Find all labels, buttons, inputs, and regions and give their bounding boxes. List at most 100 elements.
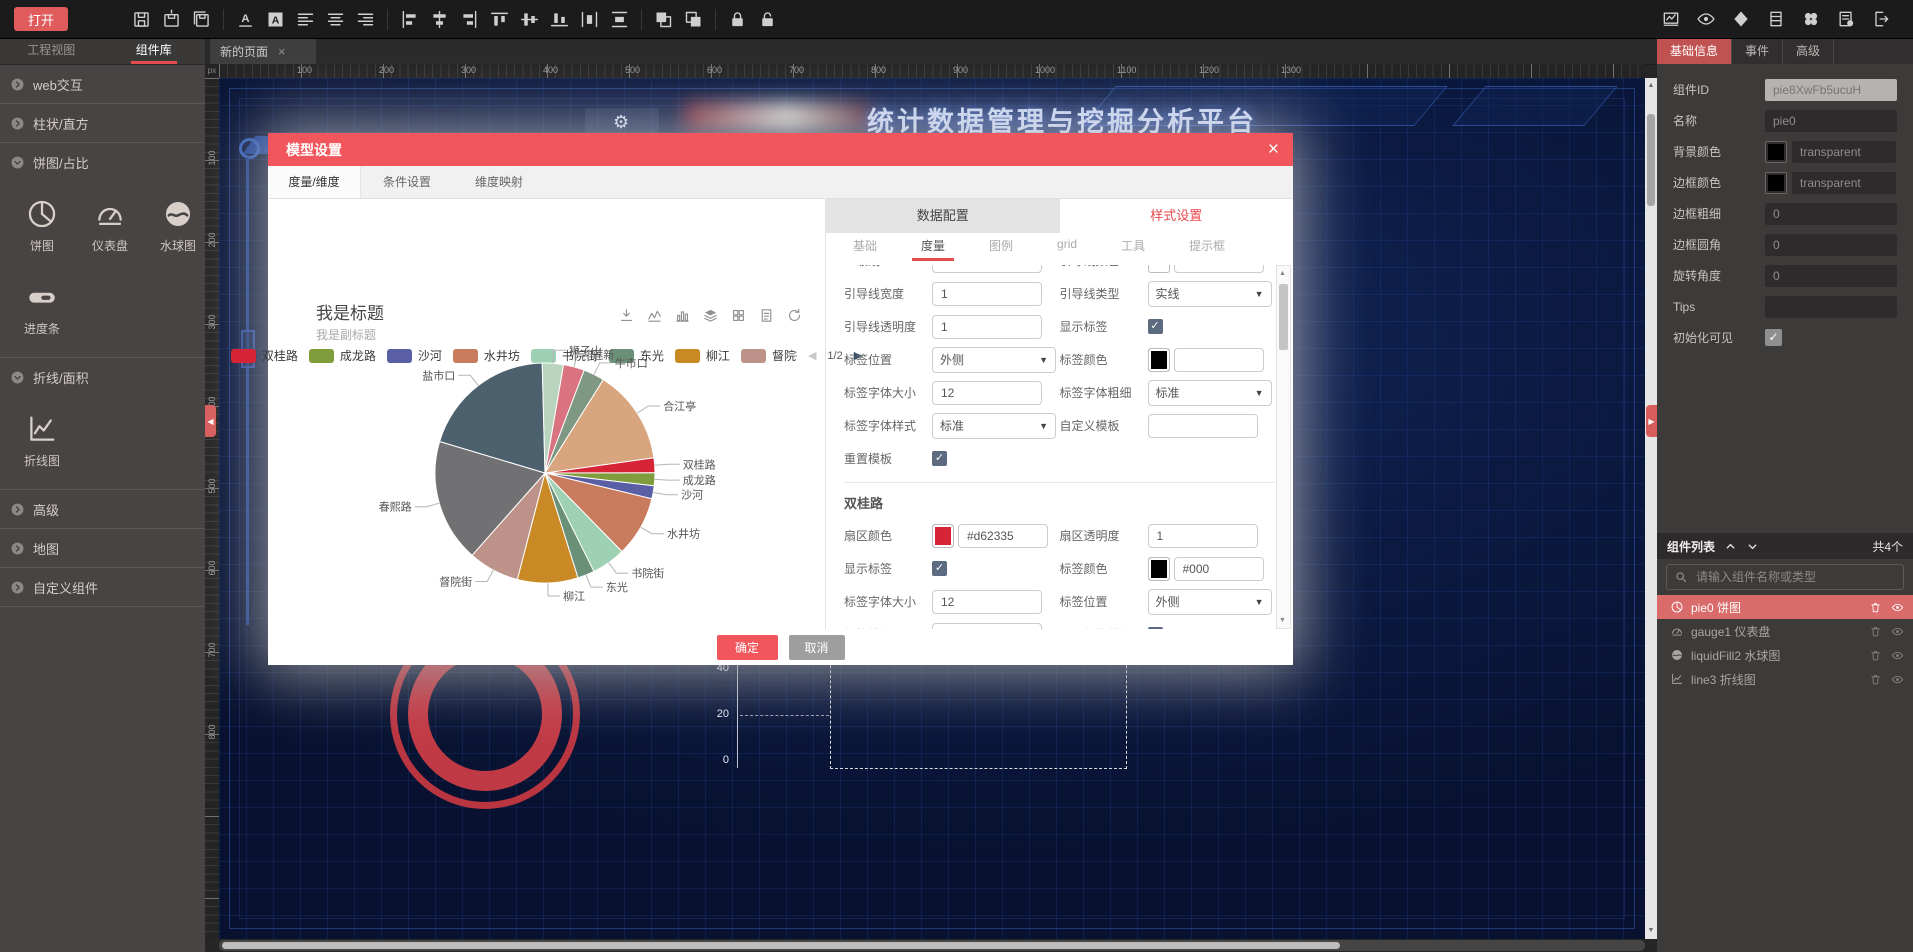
field-checkbox-重置模板[interactable]: ✓ (932, 451, 947, 466)
field-input-背景颜色[interactable] (1792, 141, 1896, 163)
save-button[interactable] (131, 9, 152, 30)
distribute-v-button[interactable] (609, 9, 630, 30)
color-swatch[interactable] (1765, 141, 1787, 163)
open-button[interactable]: 打开 (14, 7, 68, 31)
export-data-button[interactable] (1836, 9, 1856, 29)
field-checkbox-初始化可见[interactable]: ✓ (1765, 329, 1782, 346)
field-input-二级线[interactable] (932, 265, 1042, 273)
color-swatch[interactable] (1148, 557, 1170, 581)
field-input-组件ID[interactable] (1765, 79, 1897, 101)
data-list-button[interactable] (1766, 9, 1786, 29)
theme-button[interactable] (1731, 9, 1751, 29)
page-tab[interactable]: 新的页面 × (210, 38, 316, 64)
tab-project-view[interactable]: 工程视图 (0, 38, 103, 64)
sidebar-section-2[interactable]: 饼图/占比 (0, 143, 205, 181)
field-input-自定义模板[interactable] (1148, 414, 1258, 438)
canvas-horizontal-scrollbar[interactable] (219, 940, 1645, 951)
field-input-引导线透明度[interactable] (932, 315, 1042, 339)
tab-condition-settings[interactable]: 条件设置 (361, 166, 453, 198)
tab-basic-info[interactable]: 基础信息 (1657, 38, 1732, 64)
component-list-item[interactable]: pie0 饼图 (1657, 595, 1913, 619)
align-right-button[interactable] (459, 9, 480, 30)
toggle-visibility-icon[interactable] (1891, 673, 1904, 686)
component-list-item[interactable]: liquidFill2 水球图 (1657, 643, 1913, 667)
delete-component-icon[interactable] (1869, 625, 1882, 638)
align-top-button[interactable] (489, 9, 510, 30)
sidebar-section-5[interactable]: 地图 (0, 529, 205, 567)
component-list-item[interactable]: gauge1 仪表盘 (1657, 619, 1913, 643)
library-item-progress[interactable]: 进度条 (14, 280, 70, 337)
tab-events[interactable]: 事件 (1732, 38, 1783, 64)
field-input-旋转角度[interactable] (1765, 265, 1897, 287)
sidebar-section-6[interactable]: 自定义组件 (0, 568, 205, 606)
tab-component-library[interactable]: 组件库 (103, 38, 206, 64)
delete-component-icon[interactable] (1869, 601, 1882, 614)
field-checkbox-重置标签模板[interactable]: ✓ (1148, 627, 1163, 629)
field-input-引导线颜色[interactable] (1174, 265, 1264, 273)
canvas-vertical-scrollbar[interactable]: ▲ ▼ (1645, 78, 1657, 939)
align-bottom-button[interactable] (549, 9, 570, 30)
text-align-center-button[interactable] (325, 9, 346, 30)
preview-chart-button[interactable] (1661, 9, 1681, 29)
close-dialog-icon[interactable]: × (1268, 140, 1279, 159)
field-input-扇区颜色[interactable] (958, 524, 1048, 548)
tab-advanced[interactable]: 高级 (1783, 38, 1834, 64)
collapse-right-panel-handle[interactable]: ▶ (1646, 405, 1657, 437)
text-align-left-button[interactable] (295, 9, 316, 30)
move-down-icon[interactable] (1746, 540, 1759, 553)
unlock-button[interactable] (757, 9, 778, 30)
color-swatch[interactable] (1765, 172, 1787, 194)
dialog-header[interactable]: 模型设置 × (268, 133, 1293, 166)
sub-tab-grid[interactable]: grid (1048, 233, 1086, 258)
sub-tab-图例[interactable]: 图例 (980, 233, 1022, 261)
tab-measure-dimension[interactable]: 度量/维度 (268, 166, 361, 198)
field-select-标签字体粗细[interactable]: 标准▼ (1148, 380, 1272, 406)
field-select-标签位置[interactable]: 外侧▼ (1148, 589, 1272, 615)
scroll-down-icon[interactable]: ▼ (1645, 925, 1657, 937)
align-middle-button[interactable] (519, 9, 540, 30)
library-item-line[interactable]: 折线图 (14, 412, 70, 469)
field-input-边框颜色[interactable] (1792, 172, 1896, 194)
bring-front-button[interactable] (653, 9, 674, 30)
sub-tab-度量[interactable]: 度量 (912, 233, 954, 261)
move-up-icon[interactable] (1724, 540, 1737, 553)
field-input-标签字体大小[interactable] (932, 590, 1042, 614)
delete-component-icon[interactable] (1869, 649, 1882, 662)
delete-component-icon[interactable] (1869, 673, 1882, 686)
field-select-标签字体样式[interactable]: 标准▼ (932, 413, 1056, 439)
library-item-liquid[interactable]: 水球图 (150, 197, 206, 254)
settings-scroll-thumb[interactable] (1279, 284, 1288, 350)
field-input-标签颜色[interactable] (1174, 557, 1264, 581)
component-list-item[interactable]: line3 折线图 (1657, 667, 1913, 691)
library-item-gauge[interactable]: 仪表盘 (82, 197, 138, 254)
field-input-标签颜色[interactable] (1174, 348, 1264, 372)
field-select-标签位置[interactable]: 外侧▼ (932, 347, 1056, 373)
cancel-button[interactable]: 取消 (789, 635, 845, 660)
tab-style-settings[interactable]: 样式设置 (1060, 199, 1294, 233)
distribute-h-button[interactable] (579, 9, 600, 30)
sidebar-section-1[interactable]: 柱状/直方 (0, 104, 205, 142)
scroll-down-icon[interactable]: ▼ (1277, 614, 1288, 627)
component-search-input[interactable] (1694, 569, 1896, 585)
scroll-up-icon[interactable]: ▲ (1645, 80, 1657, 92)
field-input-Tips[interactable] (1765, 296, 1897, 318)
sidebar-section-4[interactable]: 高级 (0, 490, 205, 528)
confirm-button[interactable]: 确定 (717, 635, 778, 660)
field-checkbox-显示标签[interactable]: ✓ (1148, 319, 1163, 334)
tab-dimension-mapping[interactable]: 维度映射 (453, 166, 545, 198)
send-back-button[interactable] (683, 9, 704, 30)
field-input-边框圆角[interactable] (1765, 234, 1897, 256)
save-copy-button[interactable] (191, 9, 212, 30)
field-input-扇区透明度[interactable] (1148, 524, 1258, 548)
sub-tab-基础[interactable]: 基础 (844, 233, 886, 261)
field-input-名称[interactable] (1765, 110, 1897, 132)
sidebar-section-3[interactable]: 折线/面积 (0, 358, 205, 396)
exit-button[interactable] (1871, 9, 1891, 29)
settings-scrollbar[interactable]: ▲ ▼ (1276, 265, 1291, 629)
sub-tab-工具[interactable]: 工具 (1112, 233, 1154, 261)
font-fill-button[interactable]: A (265, 9, 286, 30)
scroll-up-icon[interactable]: ▲ (1277, 267, 1288, 280)
horizontal-scroll-thumb[interactable] (222, 942, 1340, 949)
field-input-标签模板[interactable] (932, 623, 1042, 630)
eye-button[interactable] (1696, 9, 1716, 29)
